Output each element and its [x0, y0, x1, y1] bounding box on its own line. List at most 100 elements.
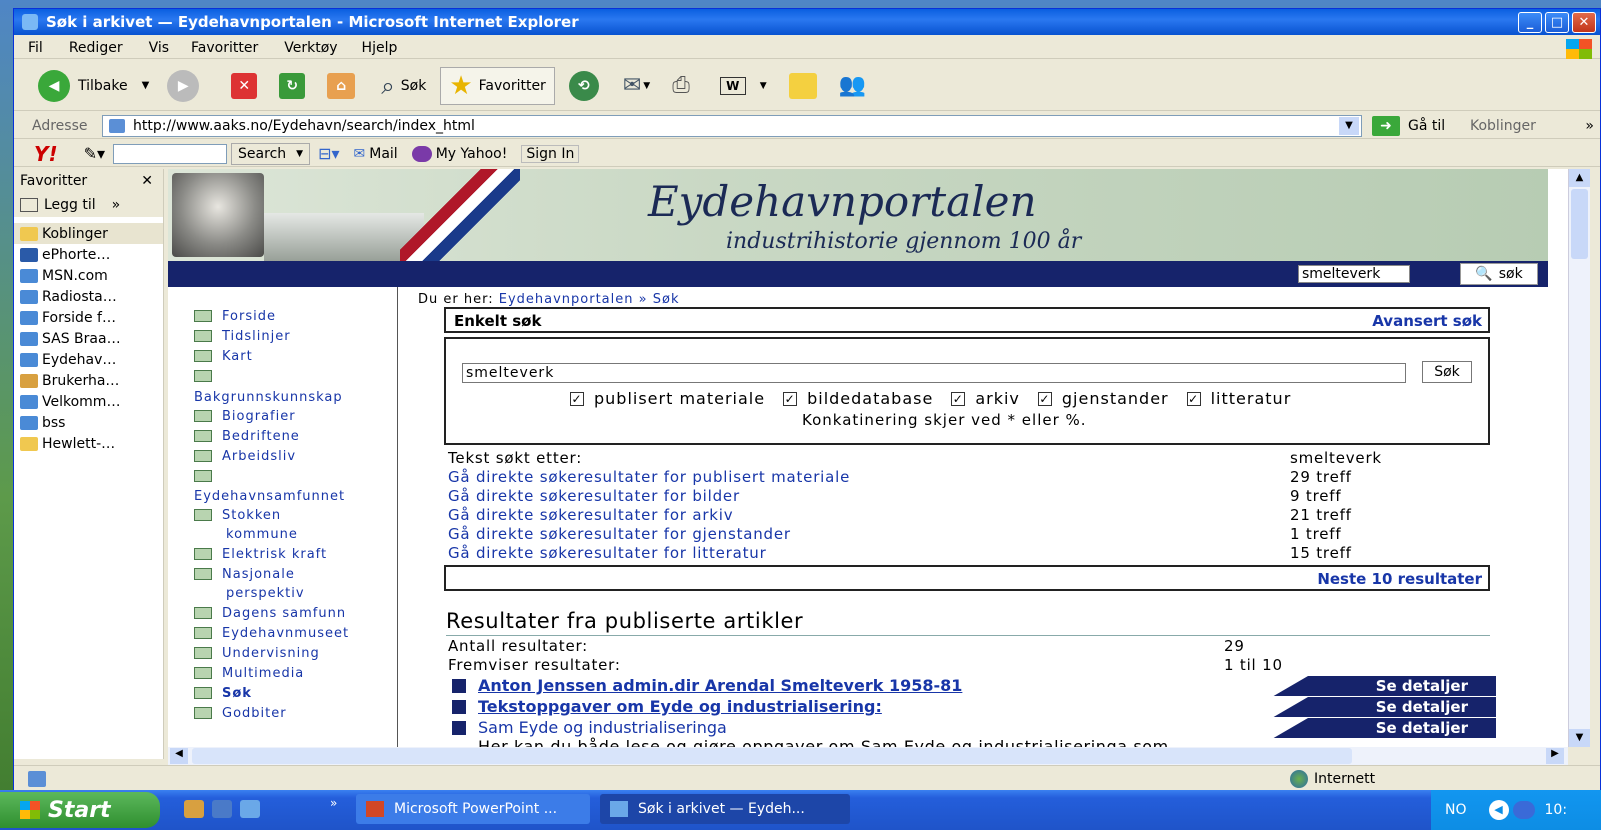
- details-link[interactable]: Se detaljer: [1376, 676, 1468, 696]
- scroll-right-icon[interactable]: ▶: [1546, 748, 1564, 764]
- home-icon[interactable]: ⌂: [327, 72, 356, 99]
- nav-section-community[interactable]: Eydehavnsamfunnet: [194, 489, 345, 504]
- nav-godbiter[interactable]: Godbiter: [194, 706, 287, 721]
- result-title-link[interactable]: Anton Jenssen admin.dir Arendal Smelteve…: [478, 676, 962, 696]
- taskbar-ie[interactable]: Søk i arkivet — Eydeh...: [600, 794, 850, 824]
- address-input[interactable]: http://www.aaks.no/Eydehavn/search/index…: [102, 114, 1362, 137]
- results-published-link[interactable]: Gå direkte søkeresultater for publisert …: [448, 468, 850, 486]
- mail-link[interactable]: ✉ Mail: [354, 146, 398, 162]
- nav-forside[interactable]: Forside: [194, 309, 276, 324]
- fav-item[interactable]: Eydehav…: [14, 349, 163, 370]
- nav-eydehavnmuseet[interactable]: Eydehavnmuseet: [194, 626, 349, 641]
- dropdown-icon[interactable]: ▼: [1339, 116, 1359, 135]
- tray-app-icon[interactable]: [1512, 801, 1535, 819]
- chevron-right-icon[interactable]: »: [330, 796, 337, 810]
- results-archive-link[interactable]: Gå direkte søkeresultater for arkiv: [448, 506, 733, 524]
- breadcrumb-home-link[interactable]: Eydehavnportalen: [499, 292, 634, 307]
- site-search-button[interactable]: 🔍 søk: [1460, 263, 1538, 285]
- result-title-link[interactable]: Sam Eyde og industrialiseringa: [478, 718, 727, 738]
- links-label[interactable]: Koblinger: [1470, 118, 1536, 134]
- maximize-button[interactable]: □: [1545, 12, 1569, 33]
- pencil-icon[interactable]: ✎▾: [84, 144, 105, 163]
- site-search-input[interactable]: smelteverk: [1298, 265, 1410, 283]
- history-icon[interactable]: ⟲: [568, 70, 599, 101]
- advanced-search-link[interactable]: Avansert søk: [1372, 312, 1482, 330]
- yahoo-search-input[interactable]: [113, 143, 228, 164]
- fav-item[interactable]: bss: [14, 412, 163, 433]
- nav-dagens-samfunn[interactable]: Dagens samfunn: [194, 606, 346, 621]
- taskbar-powerpoint[interactable]: Microsoft PowerPoint ...: [356, 794, 590, 824]
- nav-elektrisk-kraft[interactable]: Elektrisk kraft: [194, 547, 327, 562]
- nav-multimedia[interactable]: Multimedia: [194, 666, 304, 681]
- details-link[interactable]: Se detaljer: [1376, 718, 1468, 738]
- nav-nasjonale-cont[interactable]: perspektiv: [226, 586, 305, 601]
- start-button[interactable]: Start: [0, 792, 160, 828]
- refresh-icon[interactable]: ↻: [279, 72, 306, 99]
- nav-arbeidsliv[interactable]: Arbeidsliv: [194, 449, 296, 464]
- yahoo-search-button[interactable]: Search ▼: [231, 142, 311, 165]
- chevron-down-icon[interactable]: ▼: [643, 81, 650, 91]
- sign-in-button[interactable]: Sign In: [521, 144, 580, 163]
- breadcrumb-current[interactable]: Søk: [653, 292, 680, 307]
- print-icon[interactable]: ⎙: [672, 73, 690, 98]
- menu-favorites[interactable]: Favoritter: [191, 40, 258, 56]
- menu-file[interactable]: Fil: [28, 40, 43, 56]
- result-title-link[interactable]: Tekstoppgaver om Eyde og industrialiseri…: [478, 697, 882, 717]
- fav-item[interactable]: Forside f…: [14, 307, 163, 328]
- fav-item[interactable]: ePhorte…: [14, 244, 163, 265]
- result-row[interactable]: Sam Eyde og industrialiseringa Se detalj…: [448, 718, 1496, 738]
- stop-icon[interactable]: ✕: [231, 72, 258, 99]
- menu-tools[interactable]: Verktøy: [284, 40, 337, 56]
- minimize-button[interactable]: _: [1518, 12, 1542, 33]
- fav-item[interactable]: SAS Braa…: [14, 328, 163, 349]
- results-images-link[interactable]: Gå direkte søkeresultater for bilder: [448, 487, 740, 505]
- nav-biografier[interactable]: Biografier: [194, 409, 296, 424]
- chevron-right-icon[interactable]: »: [1585, 118, 1594, 134]
- quicklaunch-icon[interactable]: [240, 800, 260, 818]
- nav-bedriftene[interactable]: Bedriftene: [194, 429, 300, 444]
- add-favorite-button[interactable]: Legg til»: [14, 193, 163, 217]
- results-literature-link[interactable]: Gå direkte søkeresultater for litteratur: [448, 544, 767, 562]
- nav-kart[interactable]: Kart: [194, 349, 253, 364]
- mail-icon[interactable]: ✉: [623, 73, 641, 98]
- nav-undervisning[interactable]: Undervisning: [194, 646, 320, 661]
- quicklaunch-icon[interactable]: [184, 800, 204, 818]
- nav-tidslinjer[interactable]: Tidslinjer: [194, 329, 291, 344]
- close-button[interactable]: ✕: [1572, 12, 1596, 33]
- fav-item[interactable]: Koblinger: [14, 223, 163, 244]
- scroll-thumb[interactable]: [192, 748, 1352, 764]
- result-row[interactable]: Anton Jenssen admin.dir Arendal Smelteve…: [448, 676, 1496, 696]
- fav-item[interactable]: Hewlett-…: [14, 433, 163, 454]
- messenger-icon[interactable]: 👥: [839, 73, 866, 98]
- result-row[interactable]: Tekstoppgaver om Eyde og industrialiseri…: [448, 697, 1496, 717]
- note-icon[interactable]: [788, 72, 817, 99]
- bookmark-icon[interactable]: ⊟▾: [318, 144, 339, 163]
- scroll-down-icon[interactable]: ▼: [1569, 729, 1590, 747]
- scroll-thumb[interactable]: [1571, 189, 1588, 259]
- filter-images[interactable]: ✓ bildedatabase: [783, 389, 933, 408]
- fav-item[interactable]: Radiosta…: [14, 286, 163, 307]
- fav-item[interactable]: Brukerha…: [14, 370, 163, 391]
- back-button[interactable]: ◀ Tilbake ▼: [38, 69, 149, 102]
- filter-published[interactable]: ✓ publisert materiale: [570, 389, 765, 408]
- nav-sok[interactable]: Søk: [194, 686, 252, 701]
- language-indicator[interactable]: NO: [1445, 802, 1467, 818]
- search-button[interactable]: ⌕ Søk: [381, 72, 426, 100]
- search-submit-button[interactable]: Søk: [1422, 361, 1472, 383]
- my-yahoo-link[interactable]: My Yahoo!: [411, 145, 507, 162]
- menu-help[interactable]: Hjelp: [362, 40, 398, 56]
- back-circle-icon[interactable]: ◀: [1488, 800, 1509, 820]
- scroll-up-icon[interactable]: ▲: [1569, 169, 1590, 187]
- results-objects-link[interactable]: Gå direkte søkeresultater for gjenstande…: [448, 525, 791, 543]
- filter-archive[interactable]: ✓ arkiv: [951, 389, 1020, 408]
- nav-stokken-cont[interactable]: kommune: [226, 527, 298, 542]
- chevron-down-icon[interactable]: ▼: [760, 81, 767, 91]
- close-icon[interactable]: ✕: [141, 173, 153, 189]
- fav-item[interactable]: MSN.com: [14, 265, 163, 286]
- word-icon[interactable]: W: [719, 76, 746, 95]
- forward-arrow-icon[interactable]: ▶: [167, 69, 200, 102]
- nav-section-background[interactable]: Bakgrunnskunnskap: [194, 390, 343, 405]
- next-results-link[interactable]: Neste 10 resultater: [1317, 570, 1482, 588]
- favorites-button[interactable]: ★ Favoritter: [440, 66, 555, 105]
- nav-stokken[interactable]: Stokken: [194, 508, 281, 523]
